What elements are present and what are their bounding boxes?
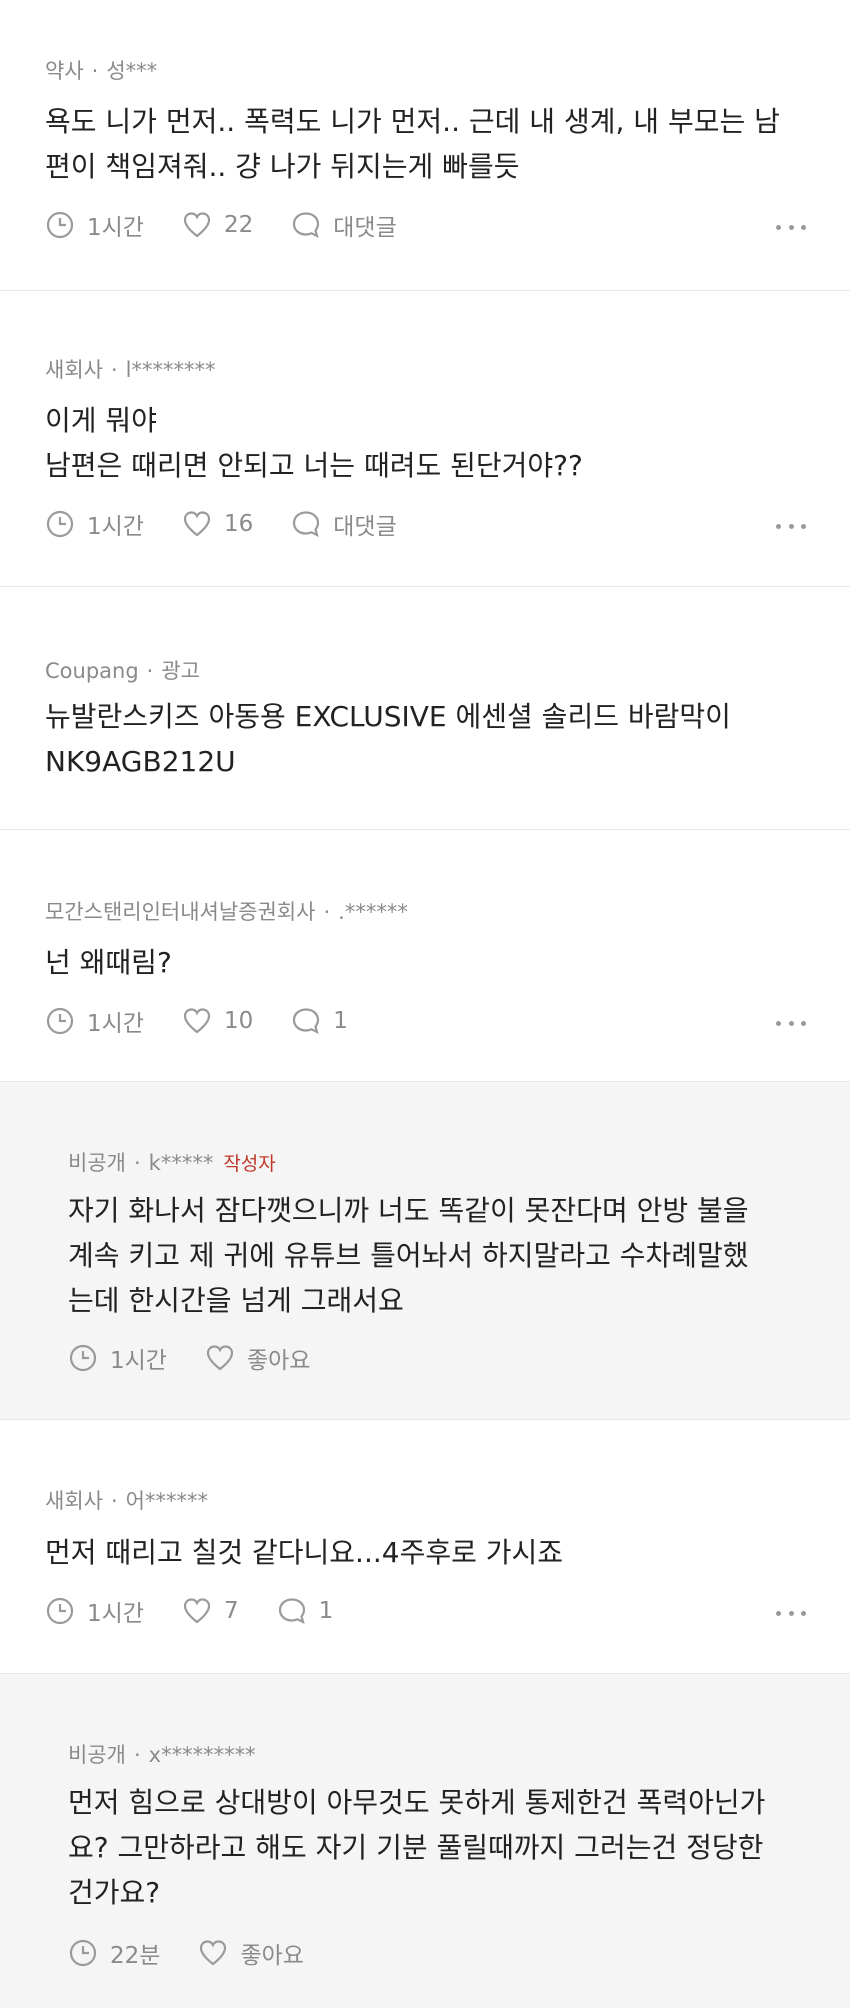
time-stamp: 1시간 <box>68 1341 167 1375</box>
more-dots-icon[interactable] <box>776 516 806 536</box>
comment-item: 새회사 · 어****** 먼저 때리고 칠것 같다니요...4주후로 가시죠 1시… <box>0 1419 850 1673</box>
reply-count: 1 <box>318 1598 334 1624</box>
like-button[interactable]: 10 <box>182 1006 253 1036</box>
company-name: 새회사 <box>45 358 103 382</box>
ad-meta: Coupang · 광고 <box>45 659 200 683</box>
comment-actions: 1시간 좋아요 <box>68 1341 348 1375</box>
time-label: 1시간 <box>87 1011 144 1037</box>
comment-meta: 비공개 · k***** 작성자 <box>68 1151 276 1175</box>
like-count: 22 <box>223 212 254 238</box>
time-label: 1시간 <box>87 514 144 540</box>
reply-button[interactable]: 대댓글 <box>291 507 397 541</box>
speech-bubble-icon <box>293 212 320 239</box>
like-button[interactable]: 22 <box>182 210 253 240</box>
like-button[interactable]: 좋아요 <box>198 1936 304 1970</box>
comment-meta: 비공개 · x********* <box>68 1743 256 1767</box>
reply-label: 대댓글 <box>333 514 397 540</box>
clock-icon <box>46 1007 74 1035</box>
clock-icon <box>46 1597 74 1625</box>
like-count: 7 <box>223 1598 239 1624</box>
comment-item: 새회사 · l******** 이게 뭐야 남편은 때리면 안되고 너는 때려도 된… <box>0 290 850 586</box>
reply-item: 비공개 · k***** 작성자 자기 화나서 잠다깻으니까 너도 똑같이 못잔다며 … <box>0 1081 850 1419</box>
time-stamp: 1시간 <box>45 1004 144 1038</box>
comment-actions: 1시간 7 1 <box>45 1594 371 1628</box>
comment-meta: 모간스탠리인터내셔날증권회사 · .****** <box>45 900 408 924</box>
time-stamp: 1시간 <box>45 1594 144 1628</box>
heart-icon <box>183 1598 211 1624</box>
comment-text: 먼저 힘으로 상대방이 아무것도 못하게 통제한건 폭력아닌가 요? 그만하라고… <box>68 1786 766 1909</box>
reply-button[interactable]: 1 <box>277 1596 334 1626</box>
comment-actions: 1시간 10 1 <box>45 1004 386 1038</box>
time-label: 1시간 <box>87 1601 144 1627</box>
user-name: 성*** <box>106 59 158 83</box>
reply-count: 1 <box>333 1008 348 1034</box>
clock-icon <box>46 211 74 239</box>
heart-icon <box>183 212 211 238</box>
advertiser-name: Coupang <box>45 659 139 683</box>
company-name: 약사 <box>45 59 84 83</box>
reply-button[interactable]: 대댓글 <box>291 208 397 242</box>
ad-item[interactable]: Coupang · 광고 뉴발란스키즈 아동용 EXCLUSIVE 에센셜 솔리드 … <box>0 586 850 829</box>
reply-item: 비공개 · x********* 먼저 힘으로 상대방이 아무것도 못하게 통제한건… <box>0 1673 850 2008</box>
heart-icon <box>206 1345 234 1371</box>
reply-button[interactable]: 1 <box>291 1006 348 1036</box>
heart-icon <box>183 511 211 537</box>
comment-actions: 22분 좋아요 <box>68 1936 342 1970</box>
time-label: 22분 <box>110 1943 161 1969</box>
comment-meta: 새회사 · l******** <box>45 358 216 382</box>
comment-text: 먼저 때리고 칠것 같다니요...4주후로 가시죠 <box>45 1536 564 1569</box>
time-stamp: 1시간 <box>45 507 144 541</box>
comment-meta: 새회사 · 어****** <box>45 1489 208 1513</box>
comment-item: 약사 · 성*** 욕도 니가 먼저.. 폭력도 니가 먼저.. 근데 내 생계, … <box>0 0 850 290</box>
comment-text: 넌 왜때림? <box>45 946 172 979</box>
clock-icon <box>69 1344 97 1372</box>
clock-icon <box>46 510 74 538</box>
more-dots-icon[interactable] <box>776 1013 806 1033</box>
comment-actions: 1시간 22 대댓글 <box>45 208 435 242</box>
user-name: l******** <box>125 358 216 382</box>
comment-meta: 약사 · 성*** <box>45 59 158 83</box>
user-name: .****** <box>338 900 408 924</box>
ad-text: 뉴발란스키즈 아동용 EXCLUSIVE 에센셜 솔리드 바람막이 NK9AGB… <box>45 700 731 778</box>
company-name: 비공개 <box>68 1151 126 1175</box>
time-stamp: 22분 <box>68 1936 160 1970</box>
time-label: 1시간 <box>87 215 144 241</box>
comment-text: 자기 화나서 잠다깻으니까 너도 똑같이 못잔다며 안방 불을 계속 키고 제 … <box>68 1194 749 1317</box>
ad-label: 광고 <box>161 659 200 683</box>
like-button[interactable]: 7 <box>182 1596 239 1626</box>
company-name: 새회사 <box>45 1489 103 1513</box>
company-name: 모간스탠리인터내셔날증권회사 <box>45 900 316 924</box>
like-button[interactable]: 16 <box>182 509 253 539</box>
heart-icon <box>183 1008 211 1034</box>
comment-item: 모간스탠리인터내셔날증권회사 · .****** 넌 왜때림? 1시간 10 1 <box>0 829 850 1081</box>
heart-icon <box>200 1940 227 1966</box>
speech-bubble-icon <box>278 1598 305 1625</box>
user-name: 어****** <box>125 1489 208 1513</box>
comment-text: 이게 뭐야 남편은 때리면 안되고 너는 때려도 된단거야?? <box>45 404 583 482</box>
clock-icon <box>69 1939 97 1967</box>
more-dots-icon[interactable] <box>776 217 806 237</box>
reply-label: 대댓글 <box>333 215 397 241</box>
user-name: k***** <box>148 1151 214 1175</box>
user-name: x********* <box>148 1743 256 1767</box>
speech-bubble-icon <box>293 1008 320 1035</box>
like-button[interactable]: 좋아요 <box>205 1341 310 1375</box>
time-stamp: 1시간 <box>45 208 144 242</box>
company-name: 비공개 <box>68 1743 126 1767</box>
like-count: 10 <box>223 1008 254 1034</box>
time-label: 1시간 <box>110 1348 167 1374</box>
like-count: 16 <box>223 511 254 537</box>
like-label: 좋아요 <box>240 1943 304 1969</box>
more-dots-icon[interactable] <box>776 1603 806 1623</box>
comment-actions: 1시간 16 대댓글 <box>45 507 435 541</box>
like-label: 좋아요 <box>246 1348 311 1374</box>
comment-text: 욕도 니가 먼저.. 폭력도 니가 먼저.. 근데 내 생계, 내 부모는 남 … <box>45 105 780 183</box>
speech-bubble-icon <box>293 511 320 538</box>
author-badge: 작성자 <box>223 1153 276 1175</box>
